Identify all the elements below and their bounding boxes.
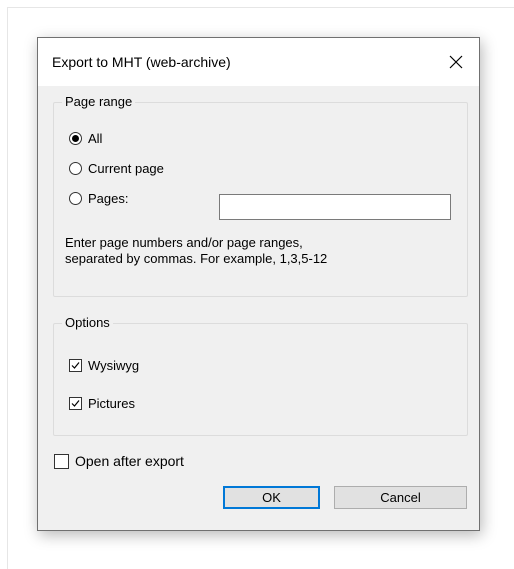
wysiwyg-check-box[interactable]: [69, 359, 82, 372]
hint-line-2: separated by commas. For example, 1,3,5-…: [65, 251, 328, 266]
radio-current-page[interactable]: Current page: [69, 161, 164, 176]
close-button[interactable]: [433, 38, 479, 86]
options-group-title: Options: [62, 315, 113, 330]
radio-all-indicator[interactable]: [69, 132, 82, 145]
hint-line-1: Enter page numbers and/or page ranges,: [65, 235, 303, 250]
open-after-export-check-box[interactable]: [54, 453, 69, 469]
radio-pages-indicator[interactable]: [69, 192, 82, 205]
pictures-checkbox[interactable]: Pictures: [69, 396, 135, 411]
close-icon: [449, 55, 463, 69]
pictures-label: Pictures: [88, 396, 135, 411]
ok-button[interactable]: OK: [223, 486, 320, 509]
wysiwyg-label: Wysiwyg: [88, 358, 140, 373]
page-range-hint: Enter page numbers and/or page ranges, s…: [65, 235, 327, 267]
page-range-group-title: Page range: [62, 94, 136, 109]
radio-current-page-label: Current page: [88, 161, 164, 176]
open-after-export-label: Open after export: [75, 453, 184, 469]
page-range-group: Page range All Current page Pages: Enter…: [53, 94, 468, 297]
options-group: Options Wysiwyg Pictures: [53, 315, 468, 436]
title-bar[interactable]: Export to MHT (web-archive): [38, 38, 479, 86]
checkmark-icon: [71, 400, 80, 407]
radio-current-page-indicator[interactable]: [69, 162, 82, 175]
open-after-export-checkbox[interactable]: Open after export: [54, 453, 184, 469]
export-dialog: Export to MHT (web-archive) Page range A…: [37, 37, 480, 531]
wysiwyg-checkbox[interactable]: Wysiwyg: [69, 358, 139, 373]
checkmark-icon: [71, 362, 80, 369]
dialog-title: Export to MHT (web-archive): [52, 54, 231, 70]
radio-all[interactable]: All: [69, 131, 102, 146]
pages-input[interactable]: [219, 194, 451, 220]
radio-all-label: All: [88, 131, 103, 146]
radio-pages[interactable]: Pages:: [69, 191, 128, 206]
pictures-check-box[interactable]: [69, 397, 82, 410]
radio-pages-label: Pages:: [88, 191, 129, 206]
cancel-button[interactable]: Cancel: [334, 486, 467, 509]
